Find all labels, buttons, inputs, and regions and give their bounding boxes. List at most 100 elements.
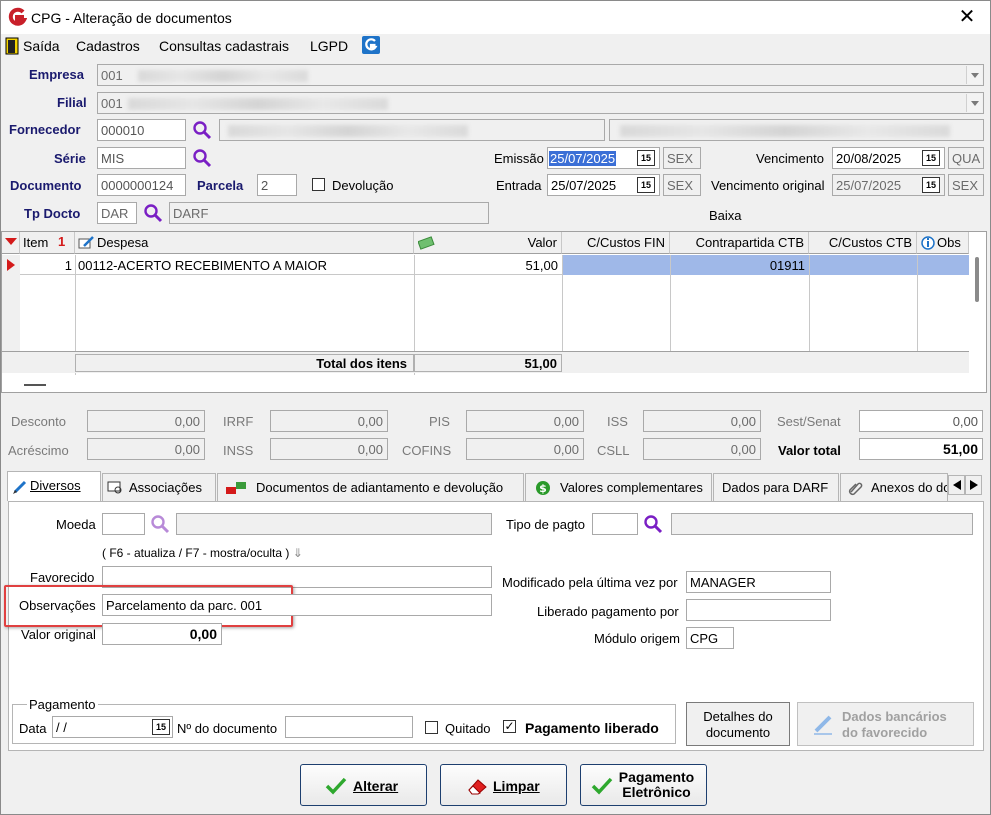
menu-consultas-cadastrais[interactable]: Consultas cadastrais (159, 38, 289, 54)
fornecedor-label: Fornecedor (9, 122, 81, 137)
devolucao-checkbox[interactable] (312, 178, 325, 191)
baixa-label: Baixa (709, 208, 742, 223)
hint-arrow-icon: ⇓ (289, 546, 303, 560)
tpdocto-input[interactable]: DAR (97, 202, 137, 224)
info-icon (921, 236, 935, 250)
tab-dados-darf[interactable]: Dados para DARF (713, 473, 839, 501)
alterar-button[interactable]: Alterar (300, 764, 427, 806)
tpdocto-search-icon[interactable] (143, 203, 163, 223)
menu-saida[interactable]: Saída (23, 38, 60, 54)
limpar-button[interactable]: Limpar (440, 764, 567, 806)
sort-number-icon: 1 (58, 234, 66, 249)
tipo-pagto-input[interactable] (592, 513, 638, 535)
vencimento-day-field: QUA (948, 147, 984, 169)
emissao-calendar-icon[interactable]: 15 (637, 150, 655, 166)
grid-splitter-handle[interactable] (24, 384, 46, 386)
ndoc-label: Nº do documento (177, 721, 278, 736)
modificado-label: Modificado pela última vez por (502, 575, 678, 590)
fornecedor-name-field (219, 119, 605, 141)
grid-scrollbar[interactable] (969, 255, 986, 351)
favorecido-label: Favorecido (30, 570, 95, 585)
pagamento-eletronico-button[interactable]: Pagamento Eletrônico (580, 764, 707, 806)
table-row-selected-cells[interactable]: 01911 (562, 255, 969, 275)
serie-search-icon[interactable] (192, 148, 212, 168)
parcela-label: Parcela (197, 178, 244, 193)
grid-header-ccfin[interactable]: C/Custos FIN (562, 232, 670, 254)
dollar-icon: $ (536, 481, 550, 495)
valor-original-field[interactable]: 0,00 (102, 623, 222, 645)
desconto-field: 0,00 (87, 410, 205, 432)
totals-row: Total dos itens 51,00 (2, 351, 969, 373)
grid-header-despesa[interactable]: Despesa (75, 232, 414, 254)
moeda-input[interactable] (102, 513, 145, 535)
vencimento-calendar-icon[interactable]: 15 (922, 150, 940, 166)
check-icon (325, 777, 347, 795)
close-icon[interactable]: ✕ (954, 5, 980, 29)
pagamento-liberado-label: Pagamento liberado (525, 720, 659, 736)
observacoes-input[interactable]: Parcelamento da parc. 001 (102, 594, 492, 616)
grid-header-valor[interactable]: Valor (414, 232, 562, 254)
grid-scrollbar-thumb[interactable] (975, 257, 979, 302)
money-icon (418, 236, 435, 250)
iss-field: 0,00 (643, 410, 761, 432)
entrada-label: Entrada (496, 178, 542, 193)
menu-lgpd[interactable]: LGPD (310, 38, 348, 54)
tab-diversos[interactable]: Diversos (7, 471, 101, 501)
row-indicator (2, 255, 20, 275)
serie-input[interactable]: MIS (97, 147, 186, 169)
grid-header-ccctb[interactable]: C/Custos CTB (809, 232, 917, 254)
valor-original-label: Valor original (21, 627, 96, 642)
acrescimo-label: Acréscimo (8, 443, 69, 458)
iss-label: ISS (607, 414, 628, 429)
chevron-right-icon (970, 480, 978, 490)
grid-header-obs[interactable]: Obs (917, 232, 969, 254)
tab-documentos-adiantamento[interactable]: Documentos de adiantamento e devolução (217, 473, 524, 501)
sest-field[interactable]: 0,00 (859, 410, 983, 432)
pagamento-liberado-checkbox[interactable]: ✓ (503, 720, 516, 733)
parcela-input[interactable]: 2 (257, 174, 297, 196)
tab-scroll-left-button[interactable] (948, 475, 965, 495)
modulo-label: Módulo origem (594, 631, 680, 646)
venc-original-label: Vencimento original (711, 178, 825, 193)
tab-scroll-right-button[interactable] (965, 475, 982, 495)
csll-field: 0,00 (643, 438, 761, 460)
tpdocto-desc-field: DARF (169, 202, 489, 224)
vencimento-label: Vencimento (756, 151, 824, 166)
table-row[interactable]: 1 00112-ACERTO RECEBIMENTO A MAIOR 51,00 (20, 255, 562, 275)
menu-cadastros[interactable]: Cadastros (76, 38, 140, 54)
diversos-panel: Moeda ( F6 - atualiza / F7 - mostra/ocul… (4, 501, 984, 751)
fornecedor-search-icon[interactable] (192, 120, 212, 140)
grid-header-contrapartida[interactable]: Contrapartida CTB (670, 232, 809, 254)
dados-bancarios-button[interactable]: Dados bancários do favorecido (797, 702, 974, 746)
liberado-field (686, 599, 831, 621)
moeda-search-icon[interactable] (150, 514, 170, 534)
grid-header-item[interactable]: Item 1 (20, 232, 75, 254)
moeda-desc-field (176, 513, 492, 535)
inss-label: INSS (223, 443, 254, 458)
data-pagamento-calendar-icon[interactable]: 15 (152, 719, 170, 735)
ndoc-input[interactable] (285, 716, 413, 738)
tipo-pagto-label: Tipo de pagto (506, 517, 586, 532)
chevron-left-icon (953, 480, 961, 490)
tab-associacoes[interactable]: Associações (102, 473, 216, 501)
fornecedor-input[interactable]: 000010 (97, 119, 186, 141)
tipo-pagto-search-icon[interactable] (643, 514, 663, 534)
menu-bar: Saída Cadastros Consultas cadastrais LGP… (1, 34, 990, 58)
filial-label: Filial (57, 95, 87, 110)
tab-valores-complementares[interactable]: $ Valores complementares (525, 473, 712, 501)
tab-anexos[interactable]: Anexos do do (840, 473, 948, 501)
csll-label: CSLL (597, 443, 630, 458)
quitado-checkbox[interactable] (425, 721, 438, 734)
filial-select[interactable]: 001 (97, 92, 984, 114)
empresa-select[interactable]: 001 (97, 64, 984, 86)
acrescimo-field: 0,00 (87, 438, 205, 460)
row-pointer-icon (7, 259, 15, 271)
g-logo-icon[interactable] (362, 36, 380, 54)
documento-input[interactable]: 0000000124 (97, 174, 186, 196)
cofins-field: 0,00 (466, 438, 584, 460)
entrada-calendar-icon[interactable]: 15 (637, 177, 655, 193)
pencil-icon (13, 480, 27, 494)
detalhes-documento-button[interactable]: Detalhes do documento (686, 702, 790, 746)
moeda-label: Moeda (56, 517, 96, 532)
emissao-day-field: SEX (663, 147, 701, 169)
